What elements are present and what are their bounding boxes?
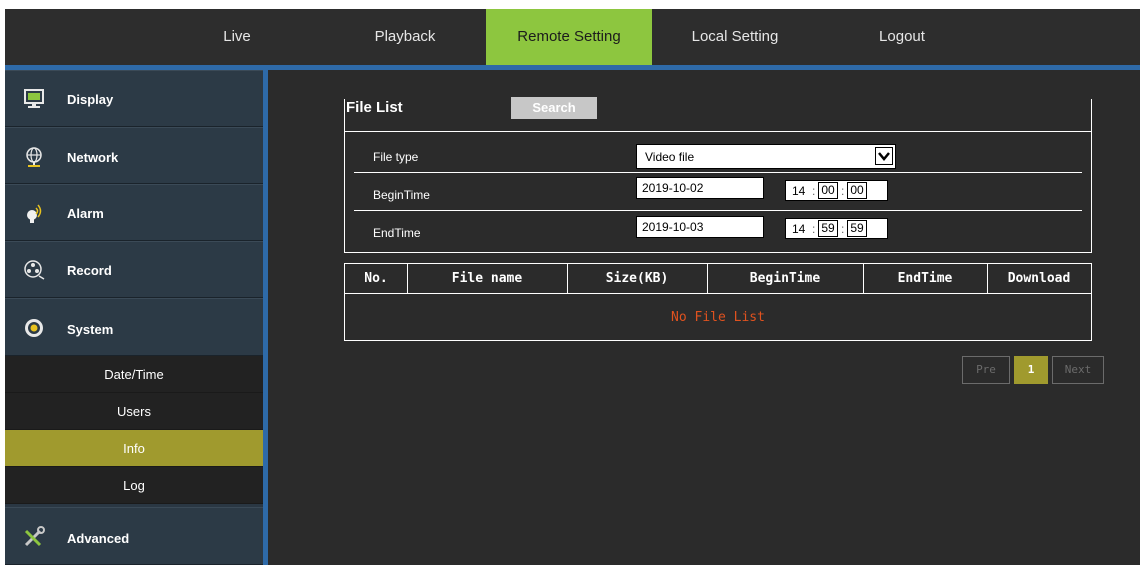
filter-row-divider (344, 131, 1092, 132)
record-icon (24, 260, 45, 280)
column-divider (567, 264, 568, 293)
filter-row-divider (354, 210, 1082, 211)
file-type-label: File type (373, 150, 419, 164)
sidebar-item-record[interactable]: Record (5, 241, 263, 298)
filter-row-divider (354, 172, 1082, 173)
nav-remote-setting[interactable]: Remote Setting (486, 9, 652, 65)
sidebar: Display Network Alarm Record System Date… (5, 70, 263, 565)
sidebar-item-system[interactable]: System (5, 298, 263, 356)
sidebar-sub-log[interactable]: Log (5, 467, 263, 504)
sidebar-item-network[interactable]: Network (5, 127, 263, 184)
nav-logout[interactable]: Logout (857, 9, 947, 65)
filter-box-border (344, 99, 345, 253)
nav-local-setting[interactable]: Local Setting (673, 9, 797, 65)
sidebar-sub-info[interactable]: Info (5, 430, 263, 467)
sidebar-item-label: Advanced (67, 531, 130, 546)
begin-date-value: 2019-10-02 (642, 181, 704, 195)
sidebar-item-label: Network (67, 150, 119, 165)
filter-box-border (1091, 99, 1092, 253)
chevron-down-icon (875, 147, 893, 165)
file-table: No. File name Size(KB) BeginTime EndTime… (344, 263, 1092, 341)
end-time-input[interactable]: 14 : 59 : 59 (785, 218, 888, 239)
begin-hour: 14 (792, 184, 806, 198)
nav-playback[interactable]: Playback (355, 9, 455, 65)
pagination-prev-button[interactable]: Pre (962, 356, 1010, 384)
time-separator: : (841, 222, 845, 236)
end-date-input[interactable]: 2019-10-03 (636, 216, 764, 238)
begin-time-label: BeginTime (373, 188, 430, 202)
begin-minute[interactable]: 00 (818, 182, 838, 199)
table-header-row: No. File name Size(KB) BeginTime EndTime… (345, 264, 1091, 294)
sidebar-sub-date-time[interactable]: Date/Time (5, 356, 263, 393)
file-type-value: Video file (645, 150, 695, 164)
column-divider (987, 264, 988, 293)
monitor-icon (24, 89, 44, 108)
nav-live[interactable]: Live (197, 9, 277, 65)
end-time-label: EndTime (373, 226, 421, 240)
sidebar-item-label: Alarm (67, 206, 104, 221)
sidebar-item-label: System (67, 322, 114, 337)
main-content: File List Search File type Video file Be… (268, 70, 1140, 565)
alarm-icon (27, 204, 42, 223)
sidebar-item-alarm[interactable]: Alarm (5, 184, 263, 241)
pagination-next-button[interactable]: Next (1052, 356, 1104, 384)
filter-box-border (344, 252, 1092, 253)
begin-second[interactable]: 00 (847, 182, 867, 199)
empty-table-message: No File List (671, 310, 765, 325)
pagination-page-1[interactable]: 1 (1014, 356, 1048, 384)
end-hour: 14 (792, 222, 806, 236)
system-icon (25, 319, 43, 337)
end-second[interactable]: 59 (847, 220, 867, 237)
end-date-value: 2019-10-03 (642, 220, 704, 234)
file-type-select[interactable]: Video file (636, 144, 896, 169)
column-header-end-time: EndTime (897, 271, 953, 286)
time-separator: : (841, 184, 845, 198)
end-minute[interactable]: 59 (818, 220, 838, 237)
column-header-download: Download (1007, 271, 1071, 286)
globe-icon (26, 147, 42, 167)
sidebar-sub-users[interactable]: Users (5, 393, 263, 430)
column-divider (863, 264, 864, 293)
app-frame: Live Playback Remote Setting Local Setti… (5, 9, 1140, 565)
time-separator: : (812, 222, 816, 236)
column-header-begin-time: BeginTime (749, 271, 821, 286)
begin-date-input[interactable]: 2019-10-02 (636, 177, 764, 199)
sidebar-item-label: Display (67, 92, 114, 107)
column-header-file-name: File name (451, 271, 523, 286)
file-list-title: File List (346, 99, 403, 116)
begin-time-input[interactable]: 14 : 00 : 00 (785, 180, 888, 201)
sidebar-item-display[interactable]: Display (5, 70, 263, 127)
sidebar-item-advanced[interactable]: Advanced (5, 507, 263, 565)
top-nav: Live Playback Remote Setting Local Setti… (5, 9, 1140, 65)
search-button[interactable]: Search (511, 97, 597, 119)
tools-icon (24, 526, 45, 547)
time-separator: : (812, 184, 816, 198)
column-divider (707, 264, 708, 293)
column-divider (407, 264, 408, 293)
column-header-size: Size(KB) (605, 271, 669, 286)
sidebar-item-label: Record (67, 263, 112, 278)
column-header-no: No. (364, 271, 388, 286)
